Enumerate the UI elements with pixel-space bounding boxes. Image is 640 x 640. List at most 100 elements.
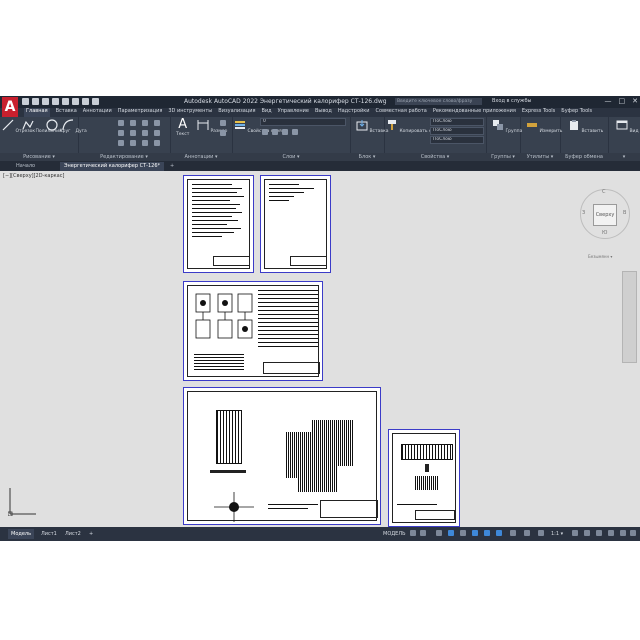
viewport-controls[interactable]: [−][Сверху][2D-каркас]	[3, 173, 64, 179]
view-panel-label[interactable]: ▾	[608, 153, 640, 161]
snap-icon[interactable]	[420, 530, 426, 536]
table-icon[interactable]	[220, 130, 226, 136]
redo-icon[interactable]	[92, 98, 99, 105]
print-icon[interactable]	[72, 98, 79, 105]
clean-screen-icon[interactable]	[620, 530, 626, 536]
tab-3d-tools[interactable]: 3D инструменты	[168, 108, 212, 117]
compass-west[interactable]: З	[582, 210, 585, 216]
tab-model[interactable]: Модель	[8, 529, 35, 539]
save-icon[interactable]	[42, 98, 49, 105]
model-space-toggle[interactable]: МОДЕЛЬ	[380, 529, 409, 539]
tab-featured-apps[interactable]: Рекомендованные приложения	[433, 108, 516, 117]
object-snap-tracking-icon[interactable]	[472, 530, 478, 536]
tab-layout2[interactable]: Лист2	[62, 529, 84, 539]
array-icon[interactable]	[142, 140, 148, 146]
tab-start[interactable]: Начало	[12, 162, 39, 171]
plus-icon[interactable]	[584, 530, 590, 536]
gear-icon[interactable]	[572, 530, 578, 536]
leader-icon[interactable]	[220, 120, 226, 126]
linetype-dropdown[interactable]: ПоСлою	[430, 136, 484, 144]
layer-lock-icon[interactable]	[292, 129, 298, 135]
compass-north[interactable]: С	[602, 189, 606, 195]
annotation-panel-label[interactable]: Аннотации ▾	[170, 153, 232, 161]
draw-panel-label[interactable]: Рисование ▾	[0, 153, 78, 161]
color-dropdown[interactable]: ПоСлою	[430, 118, 484, 126]
viewcube[interactable]: Сверху С Ю З В	[580, 189, 630, 239]
text-tool[interactable]: A Текст	[176, 118, 189, 137]
tab-output[interactable]: Вывод	[315, 108, 332, 117]
view-tool[interactable]: Вид	[616, 119, 639, 134]
add-tab-button[interactable]: +	[166, 162, 178, 171]
compass-east[interactable]: В	[623, 210, 626, 216]
tab-layout1[interactable]: Лист1	[38, 529, 60, 539]
polar-tracking-icon[interactable]	[448, 530, 454, 536]
customize-menu-icon[interactable]	[630, 530, 636, 536]
block-panel-label[interactable]: Блок ▾	[350, 153, 384, 161]
compass-south[interactable]: Ю	[602, 230, 607, 236]
viewcube-top-face[interactable]: Сверху	[593, 204, 617, 226]
tab-parametric[interactable]: Параметризация	[118, 108, 163, 117]
maximize-icon[interactable]: □	[619, 97, 626, 105]
transparency-icon[interactable]	[510, 530, 516, 536]
tab-express-tools[interactable]: Express Tools	[522, 108, 555, 117]
add-layout-button[interactable]: +	[86, 529, 96, 539]
move-icon[interactable]	[118, 120, 124, 126]
selection-cycling-icon[interactable]	[524, 530, 530, 536]
clipboard-panel-label[interactable]: Буфер обмена	[560, 153, 608, 161]
sign-in-button[interactable]: Вход в службы	[492, 98, 531, 104]
fillet-icon[interactable]	[142, 130, 148, 136]
tab-visualize[interactable]: Визуализация	[218, 108, 255, 117]
lineweight-icon[interactable]	[496, 530, 502, 536]
stretch-icon[interactable]	[118, 140, 124, 146]
new-file-icon[interactable]	[22, 98, 29, 105]
scale-icon[interactable]	[130, 140, 136, 146]
annotation-scale[interactable]: 1:1 ▾	[548, 529, 566, 539]
modify-panel-label[interactable]: Редактирование ▾	[78, 153, 170, 161]
offset-icon[interactable]	[154, 140, 160, 146]
web-mobile-icon[interactable]	[62, 98, 69, 105]
ortho-icon[interactable]	[436, 530, 442, 536]
layer-dropdown[interactable]: 0	[260, 118, 346, 126]
layer-isolate-icon[interactable]	[272, 129, 278, 135]
groups-panel-label[interactable]: Группы ▾	[486, 153, 520, 161]
tab-manage[interactable]: Управление	[278, 108, 309, 117]
hardware-acceleration-icon[interactable]	[608, 530, 614, 536]
tab-buffer-tools[interactable]: Буфер Tools	[561, 108, 592, 117]
drawing-viewport[interactable]: [−][Сверху][2D-каркас] Сверху С Ю З В Бе…	[0, 171, 640, 527]
object-snap-icon[interactable]	[484, 530, 490, 536]
wcs-dropdown[interactable]: Безымянн ▾	[588, 254, 612, 259]
grid-icon[interactable]	[410, 530, 416, 536]
tab-view[interactable]: Вид	[261, 108, 271, 117]
explode-icon[interactable]	[154, 130, 160, 136]
utilities-panel-label[interactable]: Утилиты ▾	[520, 153, 560, 161]
tab-insert[interactable]: Вставка	[56, 108, 77, 117]
lineweight-dropdown[interactable]: ПоСлою	[430, 127, 484, 135]
copy-icon[interactable]	[118, 130, 124, 136]
tab-drawing[interactable]: Энергетический калорифер СТ-126*	[60, 162, 165, 171]
layers-panel-label[interactable]: Слои ▾	[232, 153, 350, 161]
isolate-objects-icon[interactable]	[596, 530, 602, 536]
tab-addins[interactable]: Надстройки	[338, 108, 370, 117]
rotate-icon[interactable]	[130, 120, 136, 126]
save-as-icon[interactable]	[52, 98, 59, 105]
annotation-visibility-icon[interactable]	[538, 530, 544, 536]
properties-panel-label[interactable]: Свойства ▾	[384, 153, 486, 161]
mirror-icon[interactable]	[130, 130, 136, 136]
layer-off-icon[interactable]	[262, 129, 268, 135]
navigation-bar[interactable]	[622, 271, 637, 363]
open-file-icon[interactable]	[32, 98, 39, 105]
erase-icon[interactable]	[154, 120, 160, 126]
group-tool[interactable]: Группа	[492, 119, 522, 134]
paste-tool[interactable]: Вставить	[568, 119, 603, 134]
trim-icon[interactable]	[142, 120, 148, 126]
close-icon[interactable]: ✕	[632, 97, 638, 105]
measure-tool[interactable]: Измерить	[526, 119, 562, 134]
tab-collaborate[interactable]: Совместная работа	[376, 108, 427, 117]
minimize-icon[interactable]: —	[605, 97, 612, 105]
tab-annotate[interactable]: Аннотации	[83, 108, 112, 117]
tab-home[interactable]: Главная	[24, 108, 50, 117]
undo-icon[interactable]	[82, 98, 89, 105]
search-input[interactable]: Введите ключевое слово/фразу	[395, 98, 482, 105]
isodraft-icon[interactable]	[460, 530, 466, 536]
layer-freeze-icon[interactable]	[282, 129, 288, 135]
